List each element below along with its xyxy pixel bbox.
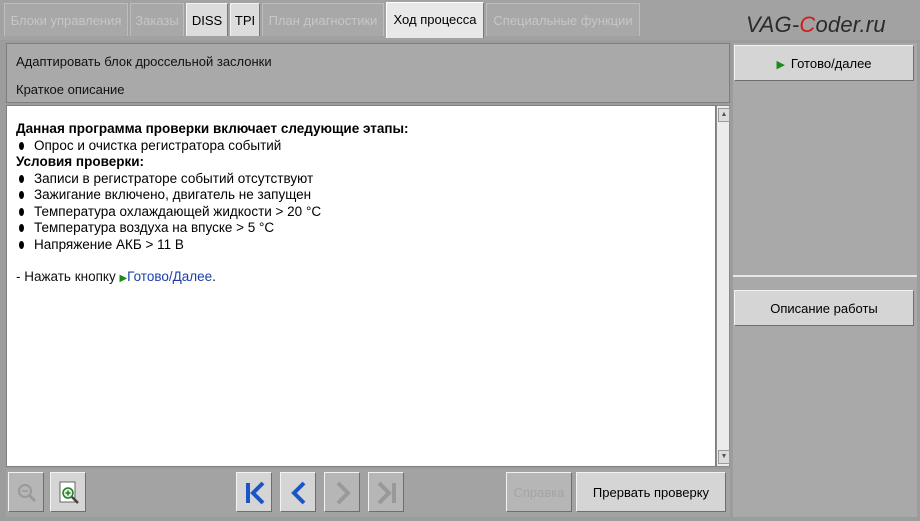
skip-first-icon [246, 481, 265, 505]
vertical-scrollbar[interactable]: ▲ ▼ [716, 105, 730, 467]
tab-diagnostic-plan[interactable]: План диагностики [262, 3, 384, 36]
last-page-button[interactable] [368, 472, 404, 512]
chevron-right-icon [336, 481, 351, 505]
ready-next-button[interactable]: ▶ Готово/далее [734, 45, 914, 81]
list-item: Температура воздуха на впуске > 5 °C [16, 220, 409, 237]
procedure-title: Адаптировать блок дроссельной заслонки [16, 54, 272, 69]
intro-heading: Данная программа проверки включает следу… [16, 121, 409, 136]
tab-diss[interactable]: DISS [186, 3, 228, 36]
help-button[interactable]: Справка [506, 472, 572, 512]
bullet-icon [19, 240, 24, 249]
tab-bar: Блоки управления Заказы DISS TPI План ди… [0, 0, 920, 40]
tab-progress[interactable]: Ход процесса [386, 2, 484, 38]
bullet-icon [19, 224, 24, 232]
side-panel: ▶ Готово/далее Описание работы [733, 43, 917, 517]
tab-control-units[interactable]: Блоки управления [4, 3, 128, 36]
skip-last-icon [377, 481, 396, 505]
zoom-in-icon [59, 481, 79, 504]
previous-button[interactable] [280, 472, 316, 512]
conditions-heading: Условия проверки: [16, 154, 144, 169]
tab-special-functions[interactable]: Специальные функции [486, 3, 640, 36]
bullet-icon [19, 207, 24, 216]
work-description-button[interactable]: Описание работы [734, 290, 914, 326]
side-divider [733, 275, 917, 277]
play-icon: ▶ [776, 59, 785, 71]
abort-test-button[interactable]: Прервать проверку [576, 472, 726, 512]
zoom-in-button[interactable] [50, 472, 86, 512]
tab-tpi[interactable]: TPI [230, 3, 260, 36]
chevron-left-icon [291, 481, 306, 505]
tab-orders[interactable]: Заказы [130, 3, 184, 36]
watermark-logo: VAG-Coder.ru [746, 12, 886, 37]
zoom-out-icon [18, 484, 37, 503]
bottom-toolbar: Справка Прервать проверку [6, 469, 730, 517]
first-page-button[interactable] [236, 472, 272, 512]
zoom-out-button[interactable] [8, 472, 44, 512]
list-item: Опрос и очистка регистратора событий [16, 138, 409, 155]
scroll-up-icon[interactable]: ▲ [718, 108, 730, 122]
next-button[interactable] [324, 472, 360, 512]
procedure-header: Адаптировать блок дроссельной заслонки К… [6, 43, 730, 103]
procedure-subtitle: Краткое описание [16, 82, 125, 97]
bullet-icon [19, 141, 24, 150]
press-instruction: - Нажать кнопку ▶Готово/Далее. [16, 269, 216, 284]
list-item: Напряжение АКБ > 11 В [16, 237, 409, 254]
scroll-down-icon[interactable]: ▼ [718, 450, 730, 464]
ready-link: Готово/Далее [127, 269, 213, 284]
bullet-icon [19, 191, 24, 199]
bullet-icon [19, 174, 24, 183]
list-item: Зажигание включено, двигатель не запущен [16, 187, 409, 204]
instructions-panel: Данная программа проверки включает следу… [6, 105, 716, 467]
list-item: Температура охлаждающей жидкости > 20 °C [16, 204, 409, 221]
instructions-text: Данная программа проверки включает следу… [16, 121, 409, 288]
list-item: Записи в регистраторе событий отсутствую… [16, 171, 409, 188]
